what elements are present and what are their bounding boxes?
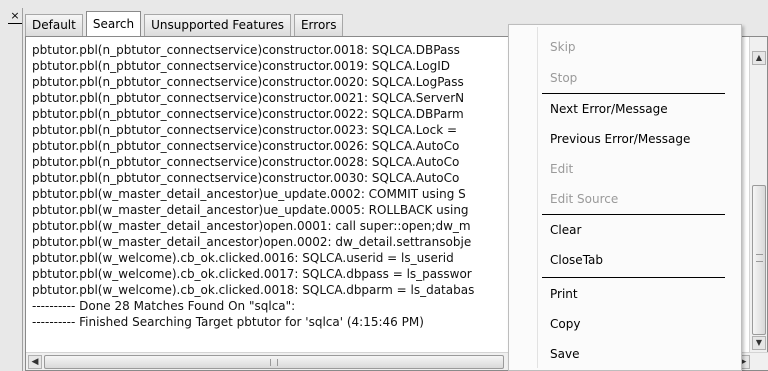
tab-errors[interactable]: Errors (293, 14, 344, 36)
output-line[interactable]: pbtutor.pbl(w_welcome).cb_ok.clicked.001… (32, 266, 512, 282)
menu-item-next-error[interactable]: Next Error/Message (550, 101, 668, 117)
menu-item-skip[interactable]: Skip (550, 39, 576, 55)
menu-item-edit[interactable]: Edit (550, 161, 573, 177)
scroll-down-icon[interactable]: ▼ (752, 336, 766, 350)
output-line[interactable]: pbtutor.pbl(n_pbtutor_connectservice)con… (32, 138, 512, 154)
menu-item-print[interactable]: Print (550, 286, 578, 302)
output-line[interactable]: pbtutor.pbl(n_pbtutor_connectservice)con… (32, 42, 512, 58)
menu-separator (542, 277, 725, 278)
output-lines: pbtutor.pbl(n_pbtutor_connectservice)con… (32, 42, 512, 348)
output-line[interactable]: pbtutor.pbl(n_pbtutor_connectservice)con… (32, 74, 512, 90)
output-line[interactable]: pbtutor.pbl(w_master_detail_ancestor)ope… (32, 234, 512, 250)
tab-unsupported-features[interactable]: Unsupported Features (144, 14, 291, 36)
grip-icon (270, 359, 278, 366)
menu-icon-gutter (537, 27, 538, 368)
menu-item-copy[interactable]: Copy (550, 316, 580, 332)
menu-separator (542, 214, 725, 215)
output-line[interactable]: pbtutor.pbl(w_master_detail_ancestor)ue_… (32, 186, 512, 202)
close-pane-button[interactable]: × (8, 10, 22, 24)
menu-item-stop[interactable]: Stop (550, 70, 577, 86)
tab-bar: Default Search Unsupported Features Erro… (25, 11, 346, 36)
output-line[interactable]: pbtutor.pbl(w_master_detail_ancestor)ope… (32, 218, 512, 234)
scroll-up-icon[interactable]: ▲ (752, 51, 766, 65)
menu-item-closetab[interactable]: CloseTab (550, 252, 603, 268)
output-line[interactable]: ---------- Done 28 Matches Found On "sql… (32, 298, 512, 314)
output-line[interactable]: pbtutor.pbl(w_welcome).cb_ok.clicked.001… (32, 250, 512, 266)
menu-item-edit-source[interactable]: Edit Source (550, 191, 618, 207)
menu-separator (542, 93, 725, 94)
menu-item-previous-error[interactable]: Previous Error/Message (550, 131, 690, 147)
output-line[interactable]: pbtutor.pbl(n_pbtutor_connectservice)con… (32, 122, 512, 138)
vertical-scroll-thumb[interactable] (752, 185, 766, 335)
menu-item-clear[interactable]: Clear (550, 222, 581, 238)
output-line[interactable]: pbtutor.pbl(n_pbtutor_connectservice)con… (32, 154, 512, 170)
output-line[interactable]: pbtutor.pbl(w_master_detail_ancestor)ue_… (32, 202, 512, 218)
output-line[interactable]: pbtutor.pbl(n_pbtutor_connectservice)con… (32, 170, 512, 186)
output-line[interactable]: ---------- Finished Searching Target pbt… (32, 314, 512, 330)
menu-item-save[interactable]: Save (550, 346, 579, 362)
pane-divider (22, 8, 23, 371)
grip-icon (756, 254, 763, 262)
output-line[interactable]: pbtutor.pbl(n_pbtutor_connectservice)con… (32, 106, 512, 122)
output-line[interactable]: pbtutor.pbl(n_pbtutor_connectservice)con… (32, 58, 512, 74)
tab-default[interactable]: Default (25, 14, 83, 36)
context-menu: Skip Stop Next Error/Message Previous Er… (508, 24, 742, 371)
tab-search[interactable]: Search (85, 11, 142, 36)
vertical-scrollbar[interactable]: ▲ ▼ (749, 37, 767, 352)
scroll-left-icon[interactable]: ◀ (28, 355, 42, 369)
output-line[interactable]: pbtutor.pbl(n_pbtutor_connectservice)con… (32, 90, 512, 106)
horizontal-scroll-thumb[interactable] (44, 355, 504, 369)
output-line[interactable]: pbtutor.pbl(w_welcome).cb_ok.clicked.001… (32, 282, 512, 298)
